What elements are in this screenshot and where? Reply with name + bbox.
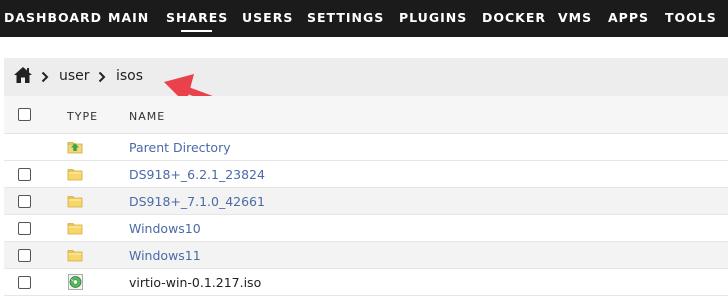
row-checkbox[interactable] bbox=[18, 195, 31, 208]
nav-docker[interactable]: DOCKER bbox=[482, 10, 546, 25]
row-checkbox[interactable] bbox=[18, 276, 31, 289]
table-row[interactable]: virtio-win-0.1.217.iso bbox=[4, 269, 728, 296]
file-name[interactable]: virtio-win-0.1.217.iso bbox=[129, 275, 261, 290]
nav-vms[interactable]: VMS bbox=[558, 10, 592, 25]
row-checkbox[interactable] bbox=[18, 222, 31, 235]
folder-name[interactable]: DS918+_6.2.1_23824 bbox=[129, 167, 265, 182]
folder-icon bbox=[67, 223, 83, 235]
parent-directory-link[interactable]: Parent Directory bbox=[129, 140, 231, 155]
chevron-right-icon bbox=[41, 71, 49, 83]
table-row[interactable]: Windows11 bbox=[4, 242, 728, 269]
disc-image-icon bbox=[68, 274, 83, 290]
table-row-parent[interactable]: Parent Directory bbox=[4, 134, 728, 161]
nav-main[interactable]: MAIN bbox=[108, 10, 149, 25]
breadcrumb-isos[interactable]: isos bbox=[116, 68, 143, 85]
table-header: TYPE NAME bbox=[4, 96, 728, 134]
nav-plugins[interactable]: PLUGINS bbox=[399, 10, 467, 25]
table-row[interactable]: DS918+_6.2.1_23824 bbox=[4, 161, 728, 188]
breadcrumb: user isos bbox=[4, 58, 728, 96]
row-checkbox[interactable] bbox=[18, 168, 31, 181]
nav-active-indicator bbox=[181, 30, 212, 32]
folder-up-icon bbox=[67, 142, 83, 154]
folder-name[interactable]: Windows10 bbox=[129, 221, 201, 236]
nav-apps[interactable]: APPS bbox=[608, 10, 649, 25]
table-row[interactable]: Windows10 bbox=[4, 215, 728, 242]
nav-users[interactable]: USERS bbox=[242, 10, 293, 25]
nav-shares[interactable]: SHARES bbox=[166, 10, 228, 25]
nav-settings[interactable]: SETTINGS bbox=[307, 10, 384, 25]
column-name[interactable]: NAME bbox=[129, 110, 165, 123]
row-checkbox[interactable] bbox=[18, 249, 31, 262]
folder-name[interactable]: Windows11 bbox=[129, 248, 201, 263]
select-all-checkbox[interactable] bbox=[18, 108, 31, 121]
home-icon[interactable] bbox=[13, 66, 33, 84]
folder-icon bbox=[67, 250, 83, 262]
folder-name[interactable]: DS918+_7.1.0_42661 bbox=[129, 194, 265, 209]
nav-tools[interactable]: TOOLS bbox=[665, 10, 717, 25]
top-nav: DASHBOARD MAIN SHARES USERS SETTINGS PLU… bbox=[0, 0, 728, 37]
folder-icon bbox=[67, 196, 83, 208]
chevron-right-icon bbox=[98, 71, 106, 83]
nav-dashboard[interactable]: DASHBOARD bbox=[4, 10, 102, 25]
folder-icon bbox=[67, 169, 83, 181]
breadcrumb-user[interactable]: user bbox=[59, 68, 90, 85]
table-row[interactable]: DS918+_7.1.0_42661 bbox=[4, 188, 728, 215]
column-type[interactable]: TYPE bbox=[67, 110, 98, 123]
